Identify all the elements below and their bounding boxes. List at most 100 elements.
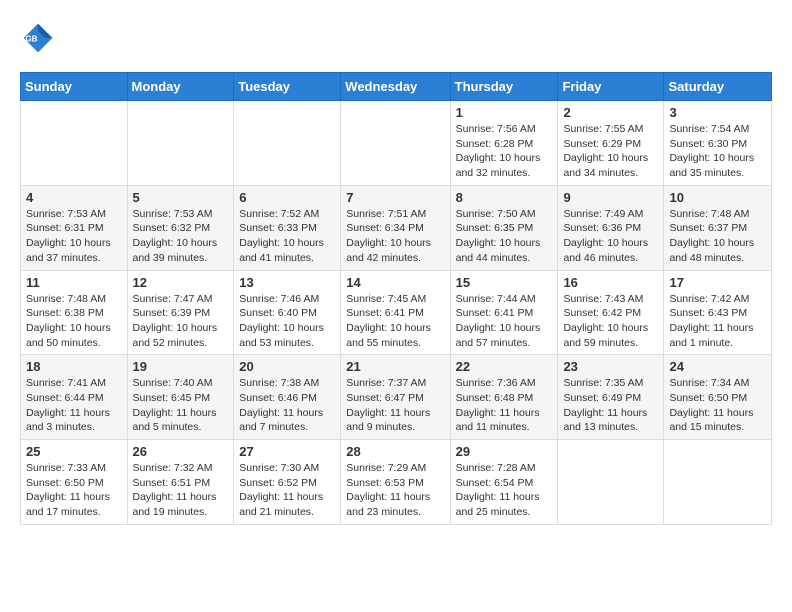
calendar-cell: 8 Sunrise: 7:50 AM Sunset: 6:35 PM Daylig…	[450, 185, 558, 270]
day-number: 28	[346, 444, 444, 459]
day-number: 5	[133, 190, 229, 205]
calendar-cell: 19 Sunrise: 7:40 AM Sunset: 6:45 PM Dayli…	[127, 355, 234, 440]
logo-icon: GB	[20, 20, 56, 56]
calendar-cell	[234, 101, 341, 186]
weekday-header-thursday: Thursday	[450, 73, 558, 101]
day-info: Sunrise: 7:49 AM Sunset: 6:36 PM Dayligh…	[563, 207, 658, 266]
day-info: Sunrise: 7:51 AM Sunset: 6:34 PM Dayligh…	[346, 207, 444, 266]
day-info: Sunrise: 7:50 AM Sunset: 6:35 PM Dayligh…	[456, 207, 553, 266]
day-number: 4	[26, 190, 122, 205]
page-header: GB	[20, 20, 772, 56]
day-number: 7	[346, 190, 444, 205]
day-info: Sunrise: 7:44 AM Sunset: 6:41 PM Dayligh…	[456, 292, 553, 351]
day-info: Sunrise: 7:53 AM Sunset: 6:31 PM Dayligh…	[26, 207, 122, 266]
day-info: Sunrise: 7:32 AM Sunset: 6:51 PM Dayligh…	[133, 461, 229, 520]
svg-text:GB: GB	[25, 35, 37, 44]
day-number: 9	[563, 190, 658, 205]
day-info: Sunrise: 7:43 AM Sunset: 6:42 PM Dayligh…	[563, 292, 658, 351]
weekday-header-friday: Friday	[558, 73, 664, 101]
calendar-cell: 5Sunrise: 7:53 AM Sunset: 6:32 PM Daylig…	[127, 185, 234, 270]
day-number: 14	[346, 275, 444, 290]
calendar-table: SundayMondayTuesdayWednesdayThursdayFrid…	[20, 72, 772, 525]
day-number: 2	[563, 105, 658, 120]
calendar-cell	[21, 101, 128, 186]
day-info: Sunrise: 7:38 AM Sunset: 6:46 PM Dayligh…	[239, 376, 335, 435]
calendar-cell: 4 Sunrise: 7:53 AM Sunset: 6:31 PM Daylig…	[21, 185, 128, 270]
day-number: 25	[26, 444, 122, 459]
day-number: 22	[456, 359, 553, 374]
week-row-3: 11 Sunrise: 7:48 AM Sunset: 6:38 PM Dayli…	[21, 270, 772, 355]
day-info: Sunrise: 7:33 AM Sunset: 6:50 PM Dayligh…	[26, 461, 122, 520]
day-info: Sunrise: 7:45 AM Sunset: 6:41 PM Dayligh…	[346, 292, 444, 351]
calendar-cell: 11 Sunrise: 7:48 AM Sunset: 6:38 PM Dayli…	[21, 270, 128, 355]
calendar-cell: 1 Sunrise: 7:56 AM Sunset: 6:28 PM Daylig…	[450, 101, 558, 186]
day-number: 17	[669, 275, 766, 290]
calendar-cell: 21 Sunrise: 7:37 AM Sunset: 6:47 PM Dayli…	[341, 355, 450, 440]
day-number: 24	[669, 359, 766, 374]
calendar-cell: 9 Sunrise: 7:49 AM Sunset: 6:36 PM Daylig…	[558, 185, 664, 270]
day-number: 11	[26, 275, 122, 290]
calendar-cell: 7 Sunrise: 7:51 AM Sunset: 6:34 PM Daylig…	[341, 185, 450, 270]
day-info: Sunrise: 7:46 AM Sunset: 6:40 PM Dayligh…	[239, 292, 335, 351]
calendar-cell: 14 Sunrise: 7:45 AM Sunset: 6:41 PM Dayli…	[341, 270, 450, 355]
calendar-cell: 6 Sunrise: 7:52 AM Sunset: 6:33 PM Daylig…	[234, 185, 341, 270]
day-info: Sunrise: 7:36 AM Sunset: 6:48 PM Dayligh…	[456, 376, 553, 435]
week-row-2: 4 Sunrise: 7:53 AM Sunset: 6:31 PM Daylig…	[21, 185, 772, 270]
calendar-cell	[664, 440, 772, 525]
day-number: 19	[133, 359, 229, 374]
day-info: Sunrise: 7:40 AM Sunset: 6:45 PM Dayligh…	[133, 376, 229, 435]
day-info: Sunrise: 7:29 AM Sunset: 6:53 PM Dayligh…	[346, 461, 444, 520]
calendar-cell: 24 Sunrise: 7:34 AM Sunset: 6:50 PM Dayli…	[664, 355, 772, 440]
calendar-cell: 20 Sunrise: 7:38 AM Sunset: 6:46 PM Dayli…	[234, 355, 341, 440]
calendar-cell: 12Sunrise: 7:47 AM Sunset: 6:39 PM Dayli…	[127, 270, 234, 355]
calendar-cell	[558, 440, 664, 525]
calendar-cell: 17 Sunrise: 7:42 AM Sunset: 6:43 PM Dayli…	[664, 270, 772, 355]
day-number: 15	[456, 275, 553, 290]
calendar-cell: 28 Sunrise: 7:29 AM Sunset: 6:53 PM Dayli…	[341, 440, 450, 525]
calendar-cell: 23Sunrise: 7:35 AM Sunset: 6:49 PM Dayli…	[558, 355, 664, 440]
calendar-body: 1 Sunrise: 7:56 AM Sunset: 6:28 PM Daylig…	[21, 101, 772, 525]
day-number: 1	[456, 105, 553, 120]
calendar-cell: 26 Sunrise: 7:32 AM Sunset: 6:51 PM Dayli…	[127, 440, 234, 525]
calendar-cell	[127, 101, 234, 186]
day-info: Sunrise: 7:47 AM Sunset: 6:39 PM Dayligh…	[133, 292, 229, 351]
day-info: Sunrise: 7:48 AM Sunset: 6:38 PM Dayligh…	[26, 292, 122, 351]
calendar-cell: 3 Sunrise: 7:54 AM Sunset: 6:30 PM Daylig…	[664, 101, 772, 186]
day-info: Sunrise: 7:56 AM Sunset: 6:28 PM Dayligh…	[456, 122, 553, 181]
week-row-1: 1 Sunrise: 7:56 AM Sunset: 6:28 PM Daylig…	[21, 101, 772, 186]
day-number: 6	[239, 190, 335, 205]
day-info: Sunrise: 7:37 AM Sunset: 6:47 PM Dayligh…	[346, 376, 444, 435]
calendar-cell: 25 Sunrise: 7:33 AM Sunset: 6:50 PM Dayli…	[21, 440, 128, 525]
day-number: 18	[26, 359, 122, 374]
calendar-cell: 16Sunrise: 7:43 AM Sunset: 6:42 PM Dayli…	[558, 270, 664, 355]
day-info: Sunrise: 7:52 AM Sunset: 6:33 PM Dayligh…	[239, 207, 335, 266]
week-row-5: 25 Sunrise: 7:33 AM Sunset: 6:50 PM Dayli…	[21, 440, 772, 525]
day-info: Sunrise: 7:34 AM Sunset: 6:50 PM Dayligh…	[669, 376, 766, 435]
day-info: Sunrise: 7:48 AM Sunset: 6:37 PM Dayligh…	[669, 207, 766, 266]
day-number: 29	[456, 444, 553, 459]
day-number: 3	[669, 105, 766, 120]
day-number: 13	[239, 275, 335, 290]
calendar-cell: 29 Sunrise: 7:28 AM Sunset: 6:54 PM Dayli…	[450, 440, 558, 525]
weekday-header-wednesday: Wednesday	[341, 73, 450, 101]
calendar-cell	[341, 101, 450, 186]
logo: GB	[20, 20, 60, 56]
calendar-cell: 18 Sunrise: 7:41 AM Sunset: 6:44 PM Dayli…	[21, 355, 128, 440]
calendar-cell: 27Sunrise: 7:30 AM Sunset: 6:52 PM Dayli…	[234, 440, 341, 525]
day-number: 8	[456, 190, 553, 205]
calendar-cell: 15 Sunrise: 7:44 AM Sunset: 6:41 PM Dayli…	[450, 270, 558, 355]
day-info: Sunrise: 7:28 AM Sunset: 6:54 PM Dayligh…	[456, 461, 553, 520]
weekday-header-row: SundayMondayTuesdayWednesdayThursdayFrid…	[21, 73, 772, 101]
day-info: Sunrise: 7:54 AM Sunset: 6:30 PM Dayligh…	[669, 122, 766, 181]
day-number: 27	[239, 444, 335, 459]
day-info: Sunrise: 7:41 AM Sunset: 6:44 PM Dayligh…	[26, 376, 122, 435]
day-info: Sunrise: 7:55 AM Sunset: 6:29 PM Dayligh…	[563, 122, 658, 181]
day-number: 20	[239, 359, 335, 374]
week-row-4: 18 Sunrise: 7:41 AM Sunset: 6:44 PM Dayli…	[21, 355, 772, 440]
day-number: 21	[346, 359, 444, 374]
day-number: 10	[669, 190, 766, 205]
calendar-cell: 13 Sunrise: 7:46 AM Sunset: 6:40 PM Dayli…	[234, 270, 341, 355]
calendar-cell: 10 Sunrise: 7:48 AM Sunset: 6:37 PM Dayli…	[664, 185, 772, 270]
day-number: 26	[133, 444, 229, 459]
day-info: Sunrise: 7:42 AM Sunset: 6:43 PM Dayligh…	[669, 292, 766, 351]
